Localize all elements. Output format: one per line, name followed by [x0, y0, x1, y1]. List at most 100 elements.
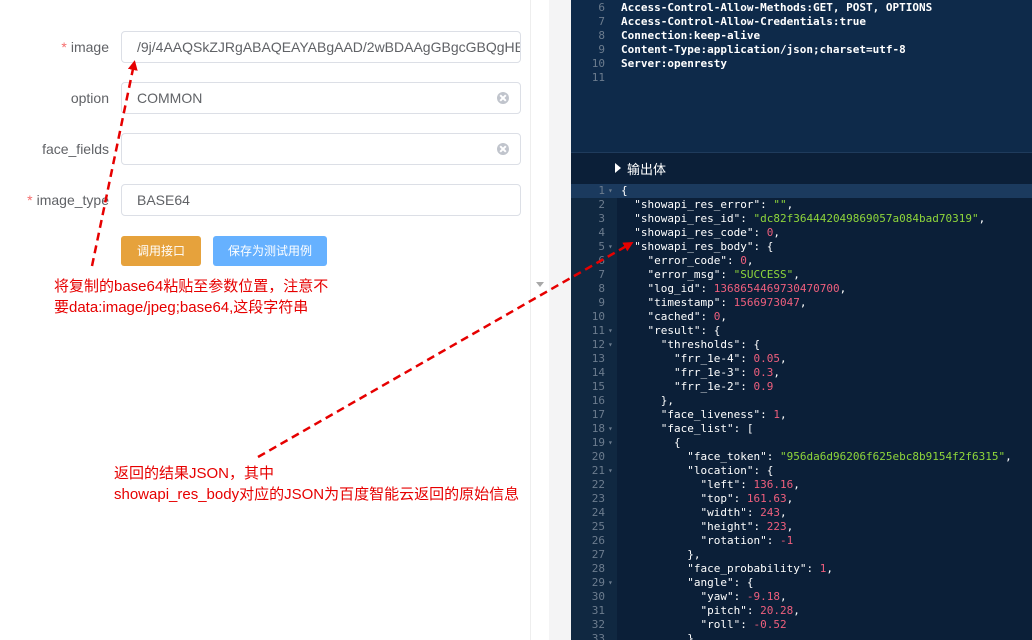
image-type-label: * image_type	[27, 192, 109, 208]
option-input[interactable]: COMMON	[121, 82, 521, 114]
scroll-down-arrow-icon[interactable]	[536, 282, 544, 287]
json-token: "rotation"	[700, 534, 767, 547]
fold-arrow-icon[interactable]: ▾	[608, 240, 613, 254]
json-token: ,	[773, 366, 780, 379]
json-text: {	[621, 436, 681, 450]
json-token: ,	[799, 296, 807, 309]
json-token: :	[720, 296, 734, 309]
json-token: :	[766, 450, 780, 463]
header-line: 8 Connection:keep-alive	[571, 29, 1032, 43]
fold-arrow-icon[interactable]: ▾	[608, 338, 613, 352]
json-token: ,	[826, 562, 833, 575]
json-token: ,	[786, 492, 794, 505]
face-fields-input[interactable]	[121, 133, 521, 165]
json-token: ,	[1005, 450, 1012, 463]
line-number: 7	[598, 15, 605, 28]
line-number: 3	[598, 212, 605, 225]
json-token: 20.28	[760, 604, 794, 617]
required-star: *	[61, 39, 67, 55]
json-token: "frr_1e-4"	[673, 352, 741, 365]
json-token: :	[740, 366, 754, 379]
json-token: "dc82f364442049869057a084bad70319"	[753, 212, 979, 225]
json-token: ,	[779, 408, 787, 421]
line-number: 2	[598, 198, 605, 211]
fold-arrow-icon[interactable]: ▾	[608, 324, 613, 338]
line-number: 6	[598, 1, 605, 14]
image-type-row: * image_type BASE64	[0, 184, 530, 216]
clear-icon[interactable]	[497, 92, 509, 104]
left-scrollbar[interactable]	[530, 0, 550, 640]
fold-arrow-icon[interactable]: ▾	[608, 464, 613, 478]
option-label: option	[70, 90, 109, 106]
line-number: 17	[591, 408, 605, 421]
json-token: },	[621, 394, 674, 407]
json-line: 33 }	[571, 632, 1032, 640]
json-line: 18 ▾ "face_list": [	[571, 422, 1032, 436]
json-text: "log_id": 1368654469730470700,	[621, 282, 847, 296]
fold-arrow-icon[interactable]: ▾	[608, 422, 613, 436]
json-token: "frr_1e-2"	[673, 380, 741, 393]
json-token: : {	[700, 324, 721, 337]
json-line: 27 },	[571, 548, 1032, 562]
json-token: "SUCCESS"	[733, 268, 794, 281]
expand-triangle-icon[interactable]	[615, 163, 621, 173]
line-number: 10	[591, 310, 605, 323]
clear-icon[interactable]	[497, 143, 509, 155]
json-token: "top"	[700, 492, 734, 505]
json-token: "face_list"	[660, 422, 734, 435]
json-token: "location"	[687, 464, 754, 477]
json-line: 32 "roll": -0.52	[571, 618, 1032, 632]
line-number: 10	[591, 57, 605, 70]
json-line: 28 "face_probability": 1,	[571, 562, 1032, 576]
json-text: "location": {	[621, 464, 773, 478]
json-token: :	[740, 380, 754, 393]
save-test-case-button[interactable]: 保存为测试用例	[213, 236, 327, 266]
fold-arrow-icon[interactable]: ▾	[608, 184, 613, 198]
line-number: 28	[591, 562, 605, 575]
header-text: Connection:keep-alive	[621, 29, 761, 42]
line-number: 6	[598, 254, 605, 267]
json-text: "thresholds": {	[621, 338, 760, 352]
line-number: 4	[598, 226, 605, 239]
call-api-button[interactable]: 调用接口	[121, 236, 201, 266]
json-line: 8 "log_id": 1368654469730470700,	[571, 282, 1032, 296]
image-label: * image	[61, 39, 109, 55]
json-text: "showapi_res_id": "dc82f364442049869057a…	[621, 212, 985, 226]
line-number: 18	[591, 422, 605, 435]
json-line: 14 "frr_1e-3": 0.3,	[571, 366, 1032, 380]
json-token: "face_probability"	[687, 562, 807, 575]
json-token: "timestamp"	[647, 296, 721, 309]
json-text: "showapi_res_body": {	[621, 240, 773, 254]
json-text: "rotation": -1	[621, 534, 793, 548]
line-number: 32	[591, 618, 605, 631]
json-token: "thresholds"	[660, 338, 741, 351]
json-token: "error_msg"	[647, 268, 721, 281]
json-line: 3 "showapi_res_id": "dc82f36444204986905…	[571, 212, 1032, 226]
image-type-input[interactable]: BASE64	[121, 184, 521, 216]
json-token: "width"	[700, 506, 747, 519]
line-number: 12	[591, 338, 605, 351]
json-token: : {	[733, 576, 754, 589]
line-number: 1	[598, 184, 605, 197]
json-text: "error_msg": "SUCCESS",	[621, 268, 800, 282]
json-text: },	[621, 548, 700, 562]
json-token: "frr_1e-3"	[673, 366, 741, 379]
output-body-title[interactable]: 输出体	[627, 159, 666, 178]
fold-arrow-icon[interactable]: ▾	[608, 576, 613, 590]
json-line: 15 "frr_1e-2": 0.9	[571, 380, 1032, 394]
json-token: :	[806, 562, 820, 575]
json-token: :	[720, 268, 734, 281]
json-token: :	[740, 212, 754, 225]
json-token: {	[621, 436, 681, 449]
json-token: :	[740, 478, 754, 491]
fold-arrow-icon[interactable]: ▾	[608, 436, 613, 450]
image-input[interactable]: /9j/4AAQSkZJRgABAQEAYABgAAD/2wBDAAgGBgcG…	[121, 31, 521, 63]
